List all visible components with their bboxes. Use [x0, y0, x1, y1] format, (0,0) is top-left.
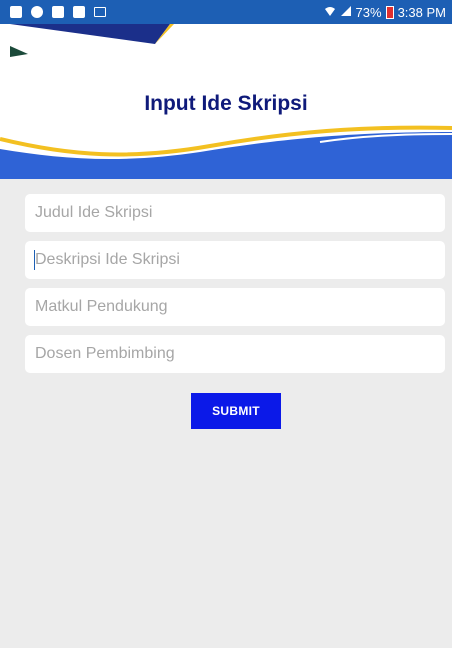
- header: Input Ide Skripsi: [0, 24, 452, 179]
- wifi-icon: [324, 5, 336, 20]
- mail-icon: [94, 7, 106, 17]
- dosen-field[interactable]: Dosen Pembimbing: [25, 335, 445, 373]
- text-cursor: [34, 250, 35, 270]
- deskripsi-placeholder: Deskripsi Ide Skripsi: [35, 251, 180, 268]
- judul-placeholder: Judul Ide Skripsi: [35, 204, 153, 221]
- image-icon: [10, 6, 22, 18]
- matkul-placeholder: Matkul Pendukung: [35, 298, 168, 315]
- page-title: Input Ide Skripsi: [144, 92, 308, 115]
- battery-icon: [385, 5, 394, 19]
- system-status: 73% 3:38 PM: [324, 5, 446, 20]
- signal-icon: [340, 5, 352, 20]
- idea-form: Judul Ide Skripsi Deskripsi Ide Skripsi …: [25, 194, 445, 382]
- notification-icon: [52, 6, 64, 18]
- status-bar: 73% 3:38 PM: [0, 0, 452, 24]
- battery-percent: 73%: [355, 4, 382, 20]
- judul-field[interactable]: Judul Ide Skripsi: [25, 194, 445, 232]
- submit-button[interactable]: SUBMIT: [191, 393, 281, 429]
- matkul-field[interactable]: Matkul Pendukung: [25, 288, 445, 326]
- dosen-placeholder: Dosen Pembimbing: [35, 345, 175, 362]
- clock: 3:38 PM: [397, 4, 446, 20]
- deskripsi-field[interactable]: Deskripsi Ide Skripsi: [25, 241, 445, 279]
- notification-icons: [10, 6, 106, 18]
- chat-icon: [31, 6, 43, 18]
- gallery-icon: [73, 6, 85, 18]
